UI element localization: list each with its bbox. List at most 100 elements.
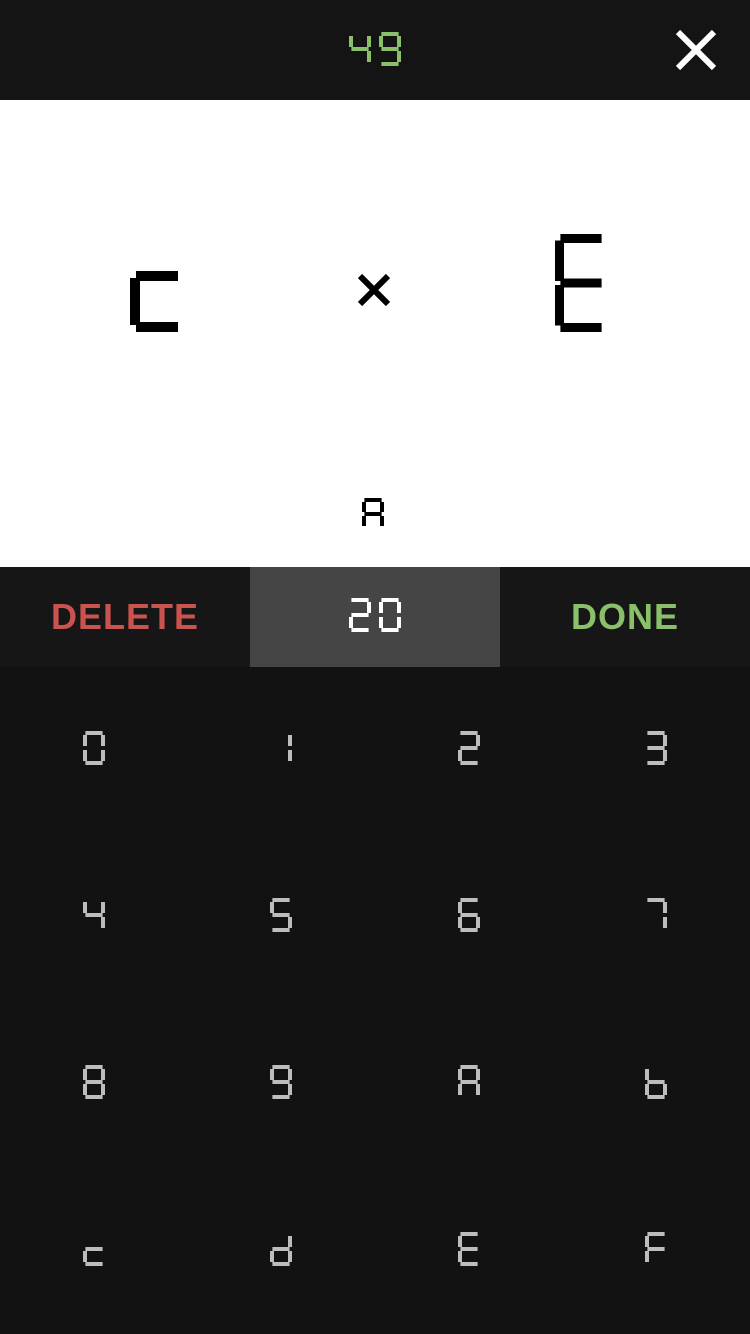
segment-a bbox=[647, 1231, 665, 1236]
key-label bbox=[82, 731, 105, 769]
key-3[interactable] bbox=[563, 667, 750, 834]
segment-c bbox=[397, 51, 401, 62]
segment-a bbox=[85, 1064, 103, 1069]
segment-a bbox=[381, 32, 399, 36]
key-label bbox=[270, 1064, 293, 1103]
segment-b bbox=[367, 602, 371, 613]
key-c[interactable] bbox=[0, 1167, 188, 1334]
segment-a bbox=[460, 1064, 478, 1069]
segment-d bbox=[85, 1094, 103, 1099]
segment-g bbox=[85, 1079, 103, 1084]
segment-e bbox=[645, 1083, 650, 1095]
keypad bbox=[0, 667, 750, 1334]
segment-f bbox=[362, 502, 366, 512]
segment-e bbox=[457, 917, 462, 929]
segment-e bbox=[555, 285, 564, 326]
segment-c bbox=[288, 1250, 293, 1262]
answer-display bbox=[250, 567, 500, 667]
key-5[interactable] bbox=[188, 834, 376, 1001]
digit-glyph bbox=[349, 598, 371, 636]
delete-label: DELETE bbox=[50, 596, 199, 637]
key-label bbox=[645, 898, 668, 936]
key-label bbox=[457, 1231, 480, 1270]
segment-a bbox=[460, 731, 478, 736]
segment-f bbox=[457, 902, 462, 914]
segment-f bbox=[82, 1068, 87, 1080]
key-b[interactable] bbox=[563, 1001, 750, 1168]
segment-g bbox=[647, 1079, 665, 1084]
done-button[interactable]: DONE bbox=[500, 567, 750, 667]
segment-a bbox=[351, 598, 369, 602]
key-label bbox=[457, 1064, 480, 1103]
key-1[interactable] bbox=[188, 667, 376, 834]
segment-c bbox=[380, 516, 384, 526]
key-8[interactable] bbox=[0, 1001, 188, 1168]
segment-f bbox=[555, 240, 564, 281]
segment-c bbox=[100, 1083, 105, 1095]
key-label bbox=[645, 731, 668, 769]
digit-glyph bbox=[349, 0, 371, 100]
segment-c bbox=[475, 917, 480, 929]
segment-e bbox=[82, 1083, 87, 1095]
key-9[interactable] bbox=[188, 1001, 376, 1168]
digit-glyph bbox=[555, 234, 607, 332]
key-label bbox=[457, 898, 480, 936]
segment-g bbox=[460, 1079, 478, 1084]
operand-left bbox=[130, 220, 184, 332]
key-d[interactable] bbox=[188, 1167, 376, 1334]
segment-c bbox=[475, 1083, 480, 1095]
segment-d bbox=[460, 761, 478, 766]
segment-e bbox=[645, 1250, 650, 1262]
segment-b bbox=[397, 602, 401, 613]
segment-b bbox=[475, 735, 480, 747]
close-icon bbox=[675, 29, 717, 71]
segment-d bbox=[560, 323, 602, 332]
segment-g bbox=[272, 1246, 290, 1251]
timer-value bbox=[349, 22, 401, 78]
key-4[interactable] bbox=[0, 834, 188, 1001]
segment-e bbox=[379, 617, 383, 628]
key-E[interactable] bbox=[375, 1167, 563, 1334]
segment-d bbox=[647, 761, 665, 766]
segment-d bbox=[460, 1261, 478, 1266]
segment-g bbox=[647, 746, 665, 751]
segment-b bbox=[663, 735, 668, 747]
segment-c bbox=[397, 617, 401, 628]
segment-a bbox=[560, 234, 602, 243]
segment-b bbox=[100, 902, 105, 914]
segment-g bbox=[136, 271, 178, 281]
segment-b bbox=[663, 902, 668, 914]
segment-e bbox=[82, 750, 87, 762]
key-A[interactable] bbox=[375, 1001, 563, 1168]
segment-c bbox=[288, 1083, 293, 1095]
segment-g bbox=[272, 913, 290, 918]
key-7[interactable] bbox=[563, 834, 750, 1001]
segment-g bbox=[272, 1079, 290, 1084]
segment-c bbox=[367, 51, 371, 62]
digit-glyph bbox=[130, 220, 184, 332]
segment-c bbox=[663, 917, 668, 929]
key-6[interactable] bbox=[375, 834, 563, 1001]
segment-g bbox=[560, 278, 602, 288]
operand-right bbox=[555, 234, 607, 336]
segment-c bbox=[663, 750, 668, 762]
segment-e bbox=[130, 278, 140, 325]
timer-display bbox=[0, 0, 750, 100]
segment-b bbox=[367, 36, 371, 47]
digit-glyph bbox=[379, 598, 401, 636]
key-0[interactable] bbox=[0, 667, 188, 834]
key-label bbox=[82, 1064, 105, 1103]
segment-b bbox=[288, 735, 293, 747]
delete-button[interactable]: DELETE bbox=[0, 567, 250, 667]
close-button[interactable] bbox=[670, 24, 722, 76]
segment-f bbox=[457, 1068, 462, 1080]
key-F[interactable] bbox=[563, 1167, 750, 1334]
segment-d bbox=[351, 628, 369, 632]
segment-d bbox=[381, 62, 399, 66]
segment-f bbox=[379, 36, 383, 47]
segment-g bbox=[364, 512, 382, 516]
segment-b bbox=[100, 735, 105, 747]
segment-b bbox=[397, 36, 401, 47]
key-2[interactable] bbox=[375, 667, 563, 834]
segment-d bbox=[85, 761, 103, 766]
